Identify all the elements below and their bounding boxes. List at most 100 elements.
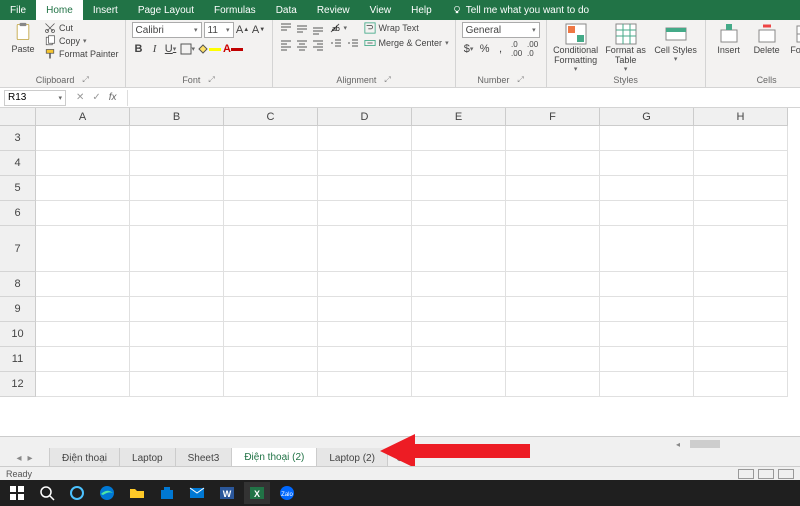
align-center[interactable] (295, 38, 309, 52)
cell[interactable] (36, 126, 130, 151)
cell[interactable] (412, 322, 506, 347)
cell[interactable] (224, 151, 318, 176)
orientation-button[interactable]: ab▾ (329, 22, 360, 34)
cell[interactable] (506, 201, 600, 226)
merge-center-button[interactable]: Merge & Center▾ (364, 37, 449, 49)
cell[interactable] (694, 347, 788, 372)
column-header[interactable]: G (600, 108, 694, 126)
cell[interactable] (36, 226, 130, 272)
font-color-button[interactable]: A (223, 41, 243, 57)
cell[interactable] (506, 151, 600, 176)
column-header[interactable]: E (412, 108, 506, 126)
explorer-button[interactable] (124, 482, 150, 504)
cell[interactable] (506, 176, 600, 201)
view-buttons[interactable] (738, 469, 794, 479)
cell[interactable] (412, 272, 506, 297)
cell[interactable] (318, 297, 412, 322)
conditional-formatting-button[interactable]: Conditional Formatting▾ (553, 22, 599, 73)
cell[interactable] (412, 201, 506, 226)
increase-decimal-button[interactable]: .0.00 (510, 41, 524, 57)
sheet-tab[interactable]: Sheet3 (176, 448, 233, 468)
cell[interactable] (694, 297, 788, 322)
row-header[interactable]: 9 (0, 297, 36, 322)
tab-review[interactable]: Review (307, 0, 360, 20)
formula-input[interactable] (127, 90, 800, 106)
cell[interactable] (36, 176, 130, 201)
cell[interactable] (412, 372, 506, 397)
cell[interactable] (694, 151, 788, 176)
tab-page-layout[interactable]: Page Layout (128, 0, 204, 20)
column-header[interactable]: F (506, 108, 600, 126)
cell[interactable] (694, 201, 788, 226)
alignment-dialog-launcher[interactable]: ⤢ (384, 75, 390, 85)
cell[interactable] (318, 201, 412, 226)
cell[interactable] (224, 126, 318, 151)
cell[interactable] (600, 176, 694, 201)
cell[interactable] (506, 126, 600, 151)
cell[interactable] (506, 322, 600, 347)
fill-color-button[interactable] (197, 41, 221, 57)
format-as-table-button[interactable]: Format as Table▾ (603, 22, 649, 73)
decrease-decimal-button[interactable]: .00.0 (526, 41, 540, 57)
cell[interactable] (506, 226, 600, 272)
cell[interactable] (130, 347, 224, 372)
percent-button[interactable]: % (478, 41, 492, 57)
increase-indent-button[interactable] (346, 36, 360, 52)
row-header[interactable]: 7 (0, 226, 36, 272)
zalo-button[interactable]: Zalo (274, 482, 300, 504)
cell[interactable] (130, 201, 224, 226)
cell[interactable] (318, 372, 412, 397)
cell[interactable] (36, 347, 130, 372)
column-header[interactable]: H (694, 108, 788, 126)
cut-button[interactable]: Cut (44, 22, 119, 34)
comma-button[interactable]: , (494, 41, 508, 57)
cell[interactable] (506, 297, 600, 322)
cell[interactable] (130, 151, 224, 176)
cell[interactable] (412, 297, 506, 322)
sheet-tab[interactable]: Điện thoại (50, 448, 120, 468)
cell[interactable] (318, 176, 412, 201)
tab-insert[interactable]: Insert (83, 0, 128, 20)
sheet-nav-buttons[interactable]: ◂▸ (0, 448, 50, 468)
cell[interactable] (600, 126, 694, 151)
cell[interactable] (130, 126, 224, 151)
italic-button[interactable]: I (148, 41, 162, 57)
cell[interactable] (224, 272, 318, 297)
cancel-formula-icon[interactable]: ✕ (76, 92, 84, 103)
cell[interactable] (224, 297, 318, 322)
underline-button[interactable]: U▾ (164, 41, 178, 57)
insert-cells-button[interactable]: Insert (712, 22, 746, 56)
cell[interactable] (600, 372, 694, 397)
cell[interactable] (36, 272, 130, 297)
store-button[interactable] (154, 482, 180, 504)
enter-formula-icon[interactable]: ✓ (92, 92, 100, 103)
cell[interactable] (318, 126, 412, 151)
cell[interactable] (318, 322, 412, 347)
cell[interactable] (36, 372, 130, 397)
cell[interactable] (318, 347, 412, 372)
cell[interactable] (506, 272, 600, 297)
row-header[interactable]: 6 (0, 201, 36, 226)
mail-button[interactable] (184, 482, 210, 504)
column-header[interactable]: D (318, 108, 412, 126)
start-button[interactable] (4, 482, 30, 504)
select-all-corner[interactable] (0, 108, 36, 126)
search-button[interactable] (34, 482, 60, 504)
cell[interactable] (600, 347, 694, 372)
align-right[interactable] (311, 38, 325, 52)
cell[interactable] (600, 322, 694, 347)
tab-formulas[interactable]: Formulas (204, 0, 266, 20)
tab-file[interactable]: File (0, 0, 36, 20)
number-format-combo[interactable]: General▾ (462, 22, 540, 38)
row-header[interactable]: 12 (0, 372, 36, 397)
tell-me-search[interactable]: Tell me what you want to do (442, 0, 599, 20)
cell[interactable] (224, 176, 318, 201)
cell[interactable] (36, 322, 130, 347)
paste-button[interactable]: Paste (6, 22, 40, 54)
cell[interactable] (694, 372, 788, 397)
cell[interactable] (412, 151, 506, 176)
cell[interactable] (224, 226, 318, 272)
font-size-combo[interactable]: 11▾ (204, 22, 234, 38)
decrease-font-button[interactable]: A▼ (252, 22, 266, 38)
cell[interactable] (600, 297, 694, 322)
